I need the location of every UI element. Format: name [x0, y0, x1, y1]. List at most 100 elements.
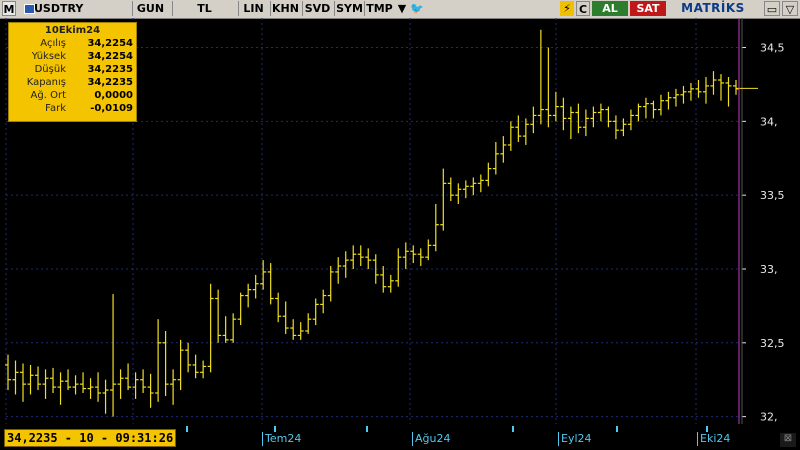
y-tick-label: 33,: [760, 263, 778, 276]
ohlc-bar: [72, 375, 79, 395]
menu-m-button[interactable]: M: [2, 1, 16, 16]
khn-button[interactable]: KHN: [270, 1, 300, 16]
ohlc-bar: [80, 372, 87, 393]
ohlc-bar: [627, 109, 634, 131]
ohlc-bar: [522, 118, 529, 145]
ohlc-bar: [155, 319, 162, 402]
c-button[interactable]: C: [576, 1, 590, 16]
ohlc-bar: [575, 103, 582, 134]
svd-button[interactable]: SVD: [302, 1, 332, 16]
ohlc-bar: [605, 106, 612, 128]
ohlc-bar: [20, 363, 27, 402]
ohlc-bar: [597, 103, 604, 122]
ohlc-bar: [733, 80, 739, 95]
sell-button[interactable]: SAT: [630, 1, 666, 16]
ohlc-bar: [57, 372, 64, 405]
ohlc-bar: [725, 77, 732, 107]
dropdown-icon[interactable]: ▼: [395, 1, 409, 16]
ohlc-bar: [327, 266, 334, 302]
ohlc-bar: [477, 174, 484, 193]
ohlc-bar: [42, 369, 49, 399]
ohlc-bar: [102, 379, 109, 414]
ohlc-bar: [447, 177, 454, 202]
x-tick-label: Eyl24: [558, 432, 592, 446]
ohlc-bar: [252, 274, 259, 299]
ohlc-bar: [642, 97, 649, 119]
ohlc-bar: [672, 88, 679, 107]
ohlc-bar: [582, 109, 589, 137]
twitter-icon[interactable]: 🐦: [410, 1, 424, 16]
symbol-label: USDTRY: [34, 2, 84, 15]
x-tick-mark: [366, 426, 368, 432]
ohlc-bar: [560, 97, 567, 131]
ohlc-bar: [342, 251, 349, 278]
ohlc-bar: [545, 47, 552, 128]
ohlc-bar: [357, 245, 364, 267]
ohlc-bar: [215, 289, 222, 343]
y-tick-label: 34,5: [760, 42, 785, 55]
ohlc-bar: [492, 142, 499, 175]
buy-button[interactable]: AL: [592, 1, 628, 16]
ohlc-bar: [297, 322, 304, 340]
x-tick-label: Ağu24: [412, 432, 450, 446]
ohlc-bar: [50, 367, 57, 393]
ohlc-bar: [177, 339, 184, 391]
info-row-high: Yüksek 34,2254: [31, 51, 133, 62]
ohlc-bar: [710, 71, 717, 95]
ohlc-bar: [312, 298, 319, 326]
ohlc-bar: [537, 29, 544, 125]
ohlc-bar: [260, 260, 267, 290]
ohlc-bar: [110, 294, 117, 417]
ohlc-bar: [380, 266, 387, 293]
linear-button[interactable]: LIN: [238, 1, 268, 16]
sym-button[interactable]: SYM: [334, 1, 364, 16]
ohlc-info-box: 10Ekim24 Açılış 34,2254 Yüksek 34,2254 Düş…: [8, 22, 137, 122]
ohlc-bar: [282, 301, 289, 334]
tmp-button[interactable]: TMP: [364, 1, 394, 16]
ohlc-bar: [237, 292, 244, 326]
ohlc-bar: [170, 369, 177, 405]
ohlc-bar: [612, 115, 619, 140]
ohlc-bar: [87, 378, 94, 399]
ohlc-bar: [417, 248, 424, 267]
info-row-wavg: Ağ. Ort 0,0000: [30, 90, 133, 101]
ohlc-bar: [470, 177, 477, 196]
ohlc-bar: [200, 360, 207, 379]
ohlc-bar: [507, 121, 514, 151]
y-tick-label: 32,5: [760, 337, 785, 350]
ohlc-bar: [552, 91, 559, 122]
info-row-close: Kapanış 34,2235: [26, 77, 133, 88]
ohlc-bar: [305, 313, 312, 334]
ohlc-bar: [207, 283, 214, 373]
ohlc-bar: [290, 319, 297, 340]
ohlc-bar: [680, 85, 687, 104]
ohlc-bar: [440, 168, 447, 231]
window-restore-button[interactable]: ▭: [764, 1, 780, 16]
currency-button[interactable]: TL: [172, 1, 236, 16]
ohlc-bar: [125, 363, 132, 391]
corner-icon[interactable]: ⊠: [780, 433, 796, 447]
ohlc-bar: [515, 115, 522, 143]
ohlc-bar: [275, 292, 282, 323]
x-tick-label: Eki24: [697, 432, 730, 446]
window-menu-button[interactable]: ▽: [782, 1, 798, 16]
symbol-field[interactable]: USDTRY: [22, 1, 118, 16]
period-button[interactable]: GUN: [132, 1, 168, 16]
ohlc-bar: [717, 74, 724, 101]
ohlc-bar: [117, 369, 124, 399]
crosshair-readout: 34,2235 - 10 - 09:31:26: [4, 429, 177, 447]
ohlc-bar: [455, 183, 462, 205]
toolbar: M USDTRY GUN TL LIN KHN SVD SYM TMP ▼ 🐦 …: [0, 0, 800, 19]
ohlc-bar: [95, 372, 102, 402]
ohlc-bar: [635, 103, 642, 122]
flag-icon: [24, 4, 35, 14]
ohlc-bar: [185, 342, 192, 373]
ohlc-bar: [387, 274, 394, 293]
ohlc-bar: [410, 245, 417, 264]
bolt-icon[interactable]: ⚡: [560, 1, 574, 16]
ohlc-bar: [147, 373, 154, 408]
ohlc-bar: [365, 248, 372, 269]
ohlc-bar: [230, 313, 237, 343]
ohlc-bar: [335, 257, 342, 284]
ohlc-bar: [222, 316, 229, 343]
